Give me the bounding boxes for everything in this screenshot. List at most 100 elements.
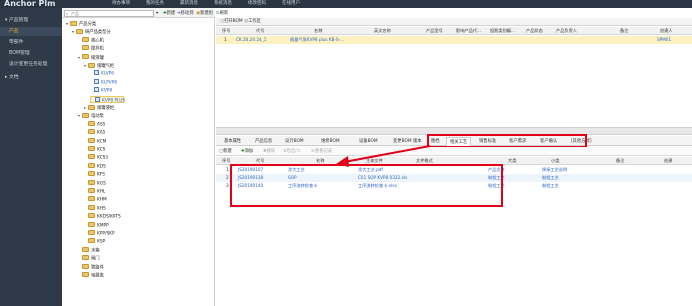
tree-folder-item[interactable]: KHS — [84, 204, 106, 212]
doc-checkout-button[interactable]: ⇅检出/入 — [283, 148, 301, 155]
tree-item-label: KLPVP6 — [101, 80, 118, 86]
doc-add-button[interactable]: ✚添加 — [241, 148, 253, 155]
doc-add-label: 添加 — [244, 149, 254, 154]
search-placeholder: 产品 — [71, 11, 79, 16]
open-bom-button[interactable]: ◫打开BOM — [220, 18, 243, 25]
tree-folder-item[interactable]: AS5 — [84, 120, 105, 128]
workspace-button[interactable]: ▤工作区 — [244, 18, 261, 25]
column-header[interactable]: 产品负责人 — [556, 27, 577, 35]
tree-item-label: 产品分类 — [79, 22, 97, 27]
tree-leaf-item[interactable]: KVP8 — [90, 87, 112, 94]
tree-folder-item[interactable]: KKDS/KKTS — [84, 213, 121, 220]
product-code[interactable]: CK.20.20.24_1 — [236, 36, 266, 44]
tree-folder-item[interactable]: KCM — [84, 137, 106, 145]
folder-icon — [82, 272, 89, 277]
column-header[interactable]: 序号 — [222, 27, 230, 35]
tree-folder-item[interactable]: ▾ 研产品类型分 — [72, 28, 111, 35]
column-header[interactable]: 产品型号 — [426, 27, 443, 35]
sidebar-item-bom[interactable]: BOM管理 — [0, 49, 62, 58]
tree-leaf-item[interactable]: KVP8 PLUS — [90, 95, 125, 103]
tree-folder-item[interactable]: KFS — [84, 171, 105, 178]
tree-folder-item[interactable]: ▾ 电动泵 — [78, 112, 104, 119]
sidebar-item-parts[interactable]: 零部件 — [0, 38, 62, 47]
tree-folder-item[interactable]: 阀门 — [78, 255, 100, 262]
tree-item-label: 搅拌机 — [91, 46, 104, 52]
column-header[interactable]: 创建人 — [660, 27, 673, 35]
new-group-button[interactable]: ▣新建组 — [196, 10, 213, 17]
product-name[interactable]: 随量气泵KVP8 plus KB-S-... — [290, 36, 344, 44]
column-header[interactable]: 大类 — [508, 157, 516, 165]
tree-folder-item[interactable]: KHL — [84, 188, 105, 195]
column-header[interactable]: 代号 — [256, 27, 264, 35]
top-menu-item[interactable]: 在线用户 — [282, 0, 300, 8]
tab-design-bom[interactable]: 设计BOM — [282, 137, 307, 146]
new-button[interactable]: ✚新建 — [163, 10, 175, 17]
product-grid-toolbar: ◫打开BOM ▤工作区 — [216, 18, 692, 26]
tree-folder-item[interactable]: KGS — [84, 179, 106, 187]
tree-folder-item[interactable]: 管路件 — [78, 263, 104, 271]
top-menu-item[interactable]: 修改密码 — [248, 0, 266, 8]
column-header[interactable]: 备注 — [616, 157, 624, 165]
tree-folder-item[interactable]: KCS — [84, 146, 105, 153]
sidebar-item-products[interactable]: 产品 — [0, 27, 62, 36]
doc-delete-button[interactable]: ✖删除 — [263, 148, 275, 155]
tree-leaf-item[interactable]: KLVP6 — [90, 70, 114, 77]
tree-folder-item[interactable]: 离心机 — [78, 36, 104, 44]
tree-item-label: KCS3 — [97, 155, 109, 161]
tree-item-label: KMPP — [97, 223, 109, 229]
top-menu-item[interactable]: 待办事项 — [112, 0, 130, 8]
top-menu-item[interactable]: 系统消息 — [214, 0, 232, 8]
tree-folder-item[interactable]: 水箱 — [78, 246, 100, 254]
folder-icon — [70, 20, 77, 26]
tree-leaf-item[interactable]: KLPVP6 — [90, 78, 118, 86]
column-header[interactable]: 影响产品代... — [456, 27, 481, 35]
tree-folder-item[interactable]: KHM — [84, 196, 107, 203]
tree-folder-item[interactable]: KPP/SKP — [84, 230, 115, 237]
tree-item-label: KSP — [97, 239, 106, 245]
tab-basic-properties[interactable]: 基本属性 — [221, 137, 244, 146]
tree-folder-item[interactable]: 搅拌机 — [78, 45, 104, 52]
tree-search-dropdown-icon[interactable]: ▾ — [156, 10, 158, 17]
tree-folder-item[interactable]: ▾ 储液罐 — [78, 54, 104, 61]
tree-folder-item[interactable]: ▸ 储罐液柜 — [84, 104, 114, 111]
tree-folder-item[interactable]: KA5 — [84, 129, 105, 136]
product-icon — [94, 87, 99, 93]
sidebar-item-change-tasks[interactable]: 设计变更任务处理 — [0, 60, 62, 69]
top-header — [0, 0, 692, 8]
sidebar-item-documents[interactable]: ▸ 文档 — [0, 73, 62, 82]
column-header[interactable]: 产品状态 — [526, 27, 543, 35]
doc-history-button[interactable]: ☰查看记录 — [311, 148, 332, 155]
column-header[interactable]: 名称 — [314, 27, 322, 35]
tree-item-label: 储罐液柜 — [97, 106, 115, 111]
tree-item-label: 离心机 — [91, 38, 104, 44]
top-menu-item[interactable]: 最新消息 — [180, 0, 198, 8]
tree-item-label: KA5 — [97, 130, 106, 136]
product-grid-header: 序号 代号 名称 英文名称 产品型号 影响产品代... 投影类别编... 产品状… — [216, 27, 692, 35]
folder-icon — [88, 196, 95, 202]
refresh-button[interactable]: ↻刷新 — [216, 10, 228, 17]
tree-folder-item[interactable]: ▾ 储罐气柜 — [84, 62, 114, 69]
tree-folder-item[interactable]: KDS — [84, 162, 106, 170]
column-header[interactable]: 小类 — [551, 157, 559, 165]
tree-folder-item[interactable]: ▾ 产品分类 — [66, 20, 96, 27]
tree-folder-item[interactable]: KCS3 — [84, 154, 108, 161]
folder-icon — [88, 221, 95, 227]
sidebar-item-product-management[interactable]: ▾ 产品管理 — [0, 16, 62, 25]
table-row[interactable]: 1 CK.20.20.24_1 随量气泵KVP8 plus KB-S-... S… — [216, 36, 692, 44]
column-header[interactable]: 创建 — [664, 157, 672, 165]
tree-item-label: KHL — [97, 189, 106, 195]
tree-folder-item[interactable]: KSP — [84, 238, 105, 245]
sidebar-item-label: 产品管理 — [8, 18, 29, 23]
top-menu-item[interactable]: 我的任务 — [146, 0, 164, 8]
column-header[interactable]: 投影类别编... — [490, 27, 515, 35]
tree-search-input[interactable]: ⌕ 产品 — [64, 10, 154, 17]
tree-folder-item[interactable]: KMPP — [84, 221, 109, 229]
tab-product-info[interactable]: 产品信息 — [252, 137, 275, 146]
folder-icon — [82, 112, 89, 118]
column-header[interactable]: 英文名称 — [374, 27, 391, 35]
tree-folder-item[interactable]: 电器类 — [78, 272, 104, 279]
column-header[interactable]: 备注 — [620, 27, 628, 35]
tree-item-label: 电器类 — [91, 273, 104, 279]
move-to-button[interactable]: ➔移动到 — [177, 10, 194, 17]
doc-new-button[interactable]: ▢新建 — [219, 148, 232, 155]
